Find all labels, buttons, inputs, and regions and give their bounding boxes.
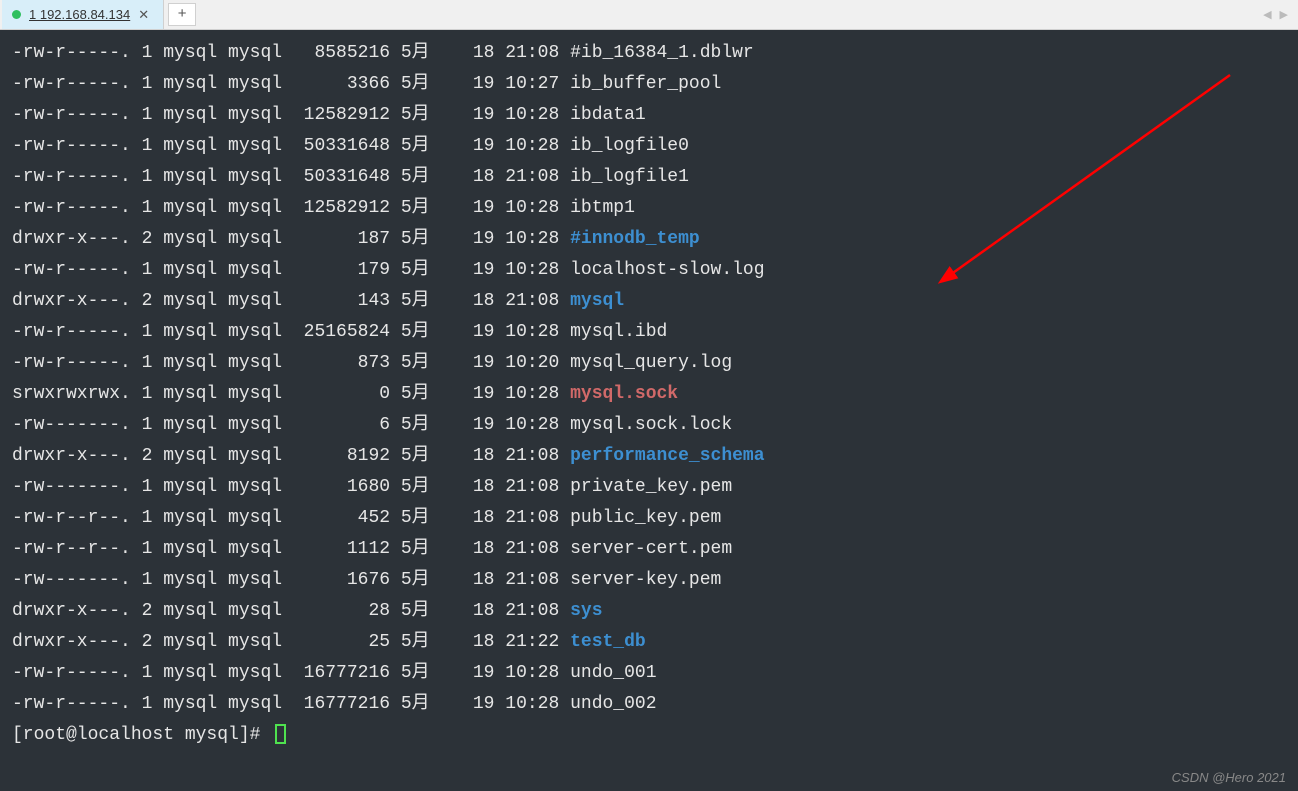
file-name: mysql.ibd xyxy=(570,322,667,342)
file-meta: -rw-r-----. 1 mysql mysql 16777216 5月 19… xyxy=(12,663,570,683)
file-name: mysql.sock.lock xyxy=(570,415,732,435)
status-dot-icon xyxy=(12,10,21,19)
close-icon[interactable]: ✕ xyxy=(138,7,149,23)
list-item: -rw-r-----. 1 mysql mysql 3366 5月 19 10:… xyxy=(12,69,1286,100)
file-name: public_key.pem xyxy=(570,508,721,528)
list-item: -rw-r-----. 1 mysql mysql 8585216 5月 18 … xyxy=(12,38,1286,69)
list-item: drwxr-x---. 2 mysql mysql 28 5月 18 21:08… xyxy=(12,596,1286,627)
file-meta: -rw-r-----. 1 mysql mysql 50331648 5月 18… xyxy=(12,167,570,187)
chevron-left-icon[interactable]: ◀ xyxy=(1263,8,1271,21)
file-name: performance_schema xyxy=(570,446,764,466)
list-item: -rw-r-----. 1 mysql mysql 873 5月 19 10:2… xyxy=(12,348,1286,379)
file-name: private_key.pem xyxy=(570,477,732,497)
ls-output: -rw-r-----. 1 mysql mysql 8585216 5月 18 … xyxy=(12,38,1286,720)
file-meta: srwxrwxrwx. 1 mysql mysql 0 5月 19 10:28 xyxy=(12,384,570,404)
file-name: ibtmp1 xyxy=(570,198,635,218)
file-meta: drwxr-x---. 2 mysql mysql 25 5月 18 21:22 xyxy=(12,632,570,652)
file-meta: -rw-r-----. 1 mysql mysql 12582912 5月 19… xyxy=(12,198,570,218)
list-item: -rw-------. 1 mysql mysql 6 5月 19 10:28 … xyxy=(12,410,1286,441)
tab-label: 1 192.168.84.134 xyxy=(29,7,130,22)
list-item: -rw-r-----. 1 mysql mysql 50331648 5月 19… xyxy=(12,131,1286,162)
file-meta: -rw-------. 1 mysql mysql 6 5月 19 10:28 xyxy=(12,415,570,435)
file-meta: -rw-r-----. 1 mysql mysql 873 5月 19 10:2… xyxy=(12,353,570,373)
app-window: 1 192.168.84.134 ✕ + ◀ ▶ -rw-r-----. 1 m… xyxy=(0,0,1298,791)
file-meta: -rw-r-----. 1 mysql mysql 3366 5月 19 10:… xyxy=(12,74,570,94)
file-name: server-key.pem xyxy=(570,570,721,590)
file-name: sys xyxy=(570,601,602,621)
file-meta: -rw-------. 1 mysql mysql 1680 5月 18 21:… xyxy=(12,477,570,497)
file-name: mysql_query.log xyxy=(570,353,732,373)
new-tab-button[interactable]: + xyxy=(168,3,196,26)
file-meta: drwxr-x---. 2 mysql mysql 143 5月 18 21:0… xyxy=(12,291,570,311)
file-name: test_db xyxy=(570,632,646,652)
file-meta: -rw-r--r--. 1 mysql mysql 1112 5月 18 21:… xyxy=(12,539,570,559)
list-item: -rw-r--r--. 1 mysql mysql 1112 5月 18 21:… xyxy=(12,534,1286,565)
tab-nav: ◀ ▶ xyxy=(1263,0,1298,29)
file-name: ib_logfile1 xyxy=(570,167,689,187)
tab-session-1[interactable]: 1 192.168.84.134 ✕ xyxy=(2,0,164,29)
list-item: -rw-r--r--. 1 mysql mysql 452 5月 18 21:0… xyxy=(12,503,1286,534)
list-item: -rw-r-----. 1 mysql mysql 12582912 5月 19… xyxy=(12,193,1286,224)
list-item: -rw-------. 1 mysql mysql 1676 5月 18 21:… xyxy=(12,565,1286,596)
file-name: localhost-slow.log xyxy=(570,260,764,280)
list-item: -rw-r-----. 1 mysql mysql 25165824 5月 19… xyxy=(12,317,1286,348)
file-name: mysql.sock xyxy=(570,384,678,404)
file-name: #ib_16384_1.dblwr xyxy=(570,43,754,63)
list-item: drwxr-x---. 2 mysql mysql 187 5月 19 10:2… xyxy=(12,224,1286,255)
file-name: undo_001 xyxy=(570,663,656,683)
file-name: mysql xyxy=(570,291,624,311)
file-meta: -rw-r-----. 1 mysql mysql 8585216 5月 18 … xyxy=(12,43,570,63)
file-meta: -rw-r-----. 1 mysql mysql 12582912 5月 19… xyxy=(12,105,570,125)
file-meta: -rw-r-----. 1 mysql mysql 16777216 5月 19… xyxy=(12,694,570,714)
list-item: -rw-------. 1 mysql mysql 1680 5月 18 21:… xyxy=(12,472,1286,503)
list-item: -rw-r-----. 1 mysql mysql 50331648 5月 18… xyxy=(12,162,1286,193)
list-item: -rw-r-----. 1 mysql mysql 12582912 5月 19… xyxy=(12,100,1286,131)
file-name: server-cert.pem xyxy=(570,539,732,559)
list-item: srwxrwxrwx. 1 mysql mysql 0 5月 19 10:28 … xyxy=(12,379,1286,410)
chevron-right-icon[interactable]: ▶ xyxy=(1280,8,1288,21)
list-item: -rw-r-----. 1 mysql mysql 16777216 5月 19… xyxy=(12,658,1286,689)
file-name: ib_buffer_pool xyxy=(570,74,721,94)
file-name: ibdata1 xyxy=(570,105,646,125)
file-name: #innodb_temp xyxy=(570,229,700,249)
tab-bar: 1 192.168.84.134 ✕ + ◀ ▶ xyxy=(0,0,1298,30)
file-meta: drwxr-x---. 2 mysql mysql 187 5月 19 10:2… xyxy=(12,229,570,249)
list-item: drwxr-x---. 2 mysql mysql 8192 5月 18 21:… xyxy=(12,441,1286,472)
file-meta: -rw-------. 1 mysql mysql 1676 5月 18 21:… xyxy=(12,570,570,590)
list-item: drwxr-x---. 2 mysql mysql 143 5月 18 21:0… xyxy=(12,286,1286,317)
list-item: -rw-r-----. 1 mysql mysql 179 5月 19 10:2… xyxy=(12,255,1286,286)
file-name: undo_002 xyxy=(570,694,656,714)
file-meta: drwxr-x---. 2 mysql mysql 28 5月 18 21:08 xyxy=(12,601,570,621)
file-meta: -rw-r-----. 1 mysql mysql 25165824 5月 19… xyxy=(12,322,570,342)
cursor-icon xyxy=(275,724,286,744)
shell-prompt: [root@localhost mysql]# xyxy=(12,725,271,745)
list-item: drwxr-x---. 2 mysql mysql 25 5月 18 21:22… xyxy=(12,627,1286,658)
shell-prompt-line: [root@localhost mysql]# xyxy=(12,720,1286,751)
terminal-pane[interactable]: -rw-r-----. 1 mysql mysql 8585216 5月 18 … xyxy=(0,30,1298,791)
file-meta: -rw-r--r--. 1 mysql mysql 452 5月 18 21:0… xyxy=(12,508,570,528)
file-meta: -rw-r-----. 1 mysql mysql 50331648 5月 19… xyxy=(12,136,570,156)
list-item: -rw-r-----. 1 mysql mysql 16777216 5月 19… xyxy=(12,689,1286,720)
file-meta: -rw-r-----. 1 mysql mysql 179 5月 19 10:2… xyxy=(12,260,570,280)
file-meta: drwxr-x---. 2 mysql mysql 8192 5月 18 21:… xyxy=(12,446,570,466)
watermark-text: CSDN @Hero 2021 xyxy=(1172,770,1286,785)
file-name: ib_logfile0 xyxy=(570,136,689,156)
